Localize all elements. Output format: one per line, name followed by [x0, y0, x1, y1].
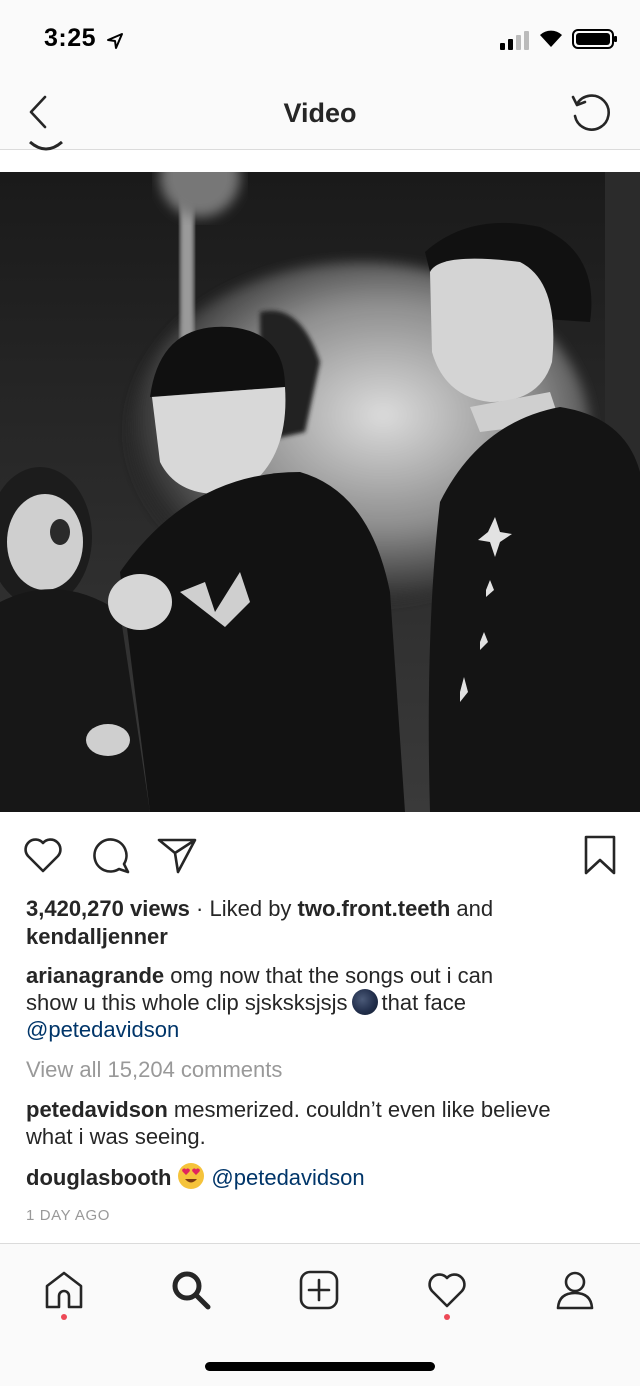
comment-2-mention[interactable]: @petedavidson	[211, 1165, 364, 1190]
comment-1-line2: what i was seeing.	[26, 1124, 206, 1149]
caption-text1: omg now that the songs out i can	[164, 963, 494, 988]
comment-2-line: douglasbooth @petedavidson	[26, 1162, 620, 1191]
home-notification-dot	[61, 1314, 67, 1320]
caption-mention[interactable]: @petedavidson	[26, 1017, 179, 1042]
comment-icon	[93, 838, 130, 874]
search-icon	[172, 1271, 211, 1310]
share-icon	[157, 838, 197, 874]
liked-by-and: and	[450, 896, 494, 921]
bookmark-icon	[584, 835, 616, 875]
status-bar: 3:25	[0, 0, 640, 80]
separator: ·	[189, 896, 210, 921]
avatar[interactable]	[28, 140, 64, 154]
share-button[interactable]	[154, 832, 200, 878]
wifi-icon	[540, 30, 562, 47]
tab-new-post[interactable]	[291, 1262, 347, 1318]
views-count[interactable]: 3,420,270 views	[26, 896, 190, 921]
activity-notification-dot	[444, 1314, 450, 1320]
battery-icon	[572, 29, 617, 49]
profile-icon	[556, 1271, 594, 1310]
video-player[interactable]	[0, 172, 640, 812]
comment-1-line1: petedavidson mesmerized. couldn’t even l…	[26, 1096, 620, 1123]
heart-eyes-emoji-icon	[178, 1163, 205, 1189]
comment-2-username[interactable]: douglasbooth	[26, 1165, 171, 1190]
liked-by-prefix: Liked by	[209, 896, 298, 921]
nav-header: Video	[0, 80, 640, 150]
location-arrow-icon	[107, 33, 123, 49]
liked-by-user-link[interactable]: two.front.teeth	[298, 896, 451, 921]
tab-home[interactable]	[36, 1262, 92, 1318]
new-post-icon	[299, 1270, 339, 1310]
home-indicator[interactable]	[205, 1362, 435, 1371]
caption-text2b: that face	[381, 990, 466, 1015]
refresh-button[interactable]	[566, 90, 616, 136]
tab-activity[interactable]	[419, 1262, 475, 1318]
caption-line2: show u this whole clip sjsksksjsjs that f…	[26, 989, 620, 1016]
status-time: 3:25	[44, 24, 97, 52]
save-button[interactable]	[577, 832, 623, 878]
action-bar	[0, 828, 640, 880]
comment-1-text1: mesmerized. couldn’t even like believe	[167, 1097, 551, 1122]
refresh-icon	[571, 94, 610, 131]
comment-1-username[interactable]: petedavidson	[26, 1097, 168, 1122]
page-title: Video	[283, 98, 357, 128]
tab-profile[interactable]	[547, 1262, 603, 1318]
activity-icon	[428, 1273, 466, 1308]
caption-line1: arianagrande omg now that the songs out …	[26, 962, 620, 989]
like-button[interactable]	[20, 832, 66, 878]
home-icon	[45, 1271, 83, 1309]
tab-search[interactable]	[163, 1262, 219, 1318]
caption-username[interactable]: arianagrande	[26, 963, 164, 988]
caption-text2a: show u this whole clip sjsksksjsjs	[26, 990, 348, 1015]
comment-button[interactable]	[89, 832, 135, 878]
new-moon-emoji-icon	[351, 989, 378, 1015]
heart-icon	[24, 838, 62, 873]
view-all-comments-link[interactable]: View all 15,204 comments	[26, 1056, 620, 1083]
liked-by-line2: kendalljenner	[26, 923, 620, 950]
liked-by-user2-link[interactable]: kendalljenner	[26, 924, 168, 949]
post-timestamp: 1 DAY AGO	[26, 1207, 111, 1224]
views-likes-line: 3,420,270 views · Liked by two.front.tee…	[26, 895, 620, 922]
video-frame	[0, 172, 640, 812]
cellular-signal-icon	[500, 31, 529, 50]
caption-line3: @petedavidson	[26, 1016, 620, 1043]
